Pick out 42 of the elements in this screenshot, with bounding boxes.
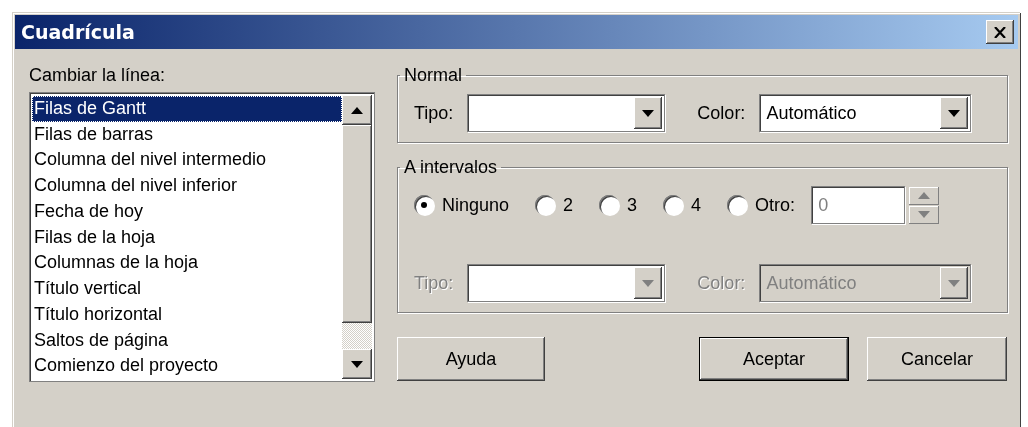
list-item[interactable]: Filas de la hoja: [32, 224, 342, 251]
group-title: Normal: [403, 65, 463, 86]
type-label: Tipo:: [414, 102, 454, 124]
list-item[interactable]: Fecha de hoy: [32, 198, 342, 225]
scroll-down-button[interactable]: [342, 349, 372, 379]
list-item[interactable]: Comienzo del proyecto: [32, 353, 342, 380]
dropdown-arrow-icon: [948, 109, 961, 117]
color-label: Color:: [697, 272, 746, 294]
up-arrow-icon: [918, 192, 931, 199]
down-arrow-icon: [351, 360, 363, 368]
dropdown-arrow-icon: [642, 279, 655, 287]
spin-down-button[interactable]: [909, 205, 940, 224]
list-item[interactable]: Saltos de página: [32, 327, 342, 354]
scrollbar[interactable]: [342, 95, 372, 379]
color-label: Color:: [697, 102, 746, 124]
window-title: Cuadrícula: [21, 21, 135, 43]
type-label: Tipo:: [414, 272, 454, 294]
dropdown-arrow-icon: [948, 279, 961, 287]
close-icon: [994, 26, 1006, 38]
line-list[interactable]: [29, 92, 375, 382]
list-item[interactable]: Columna del nivel inferior: [32, 173, 342, 199]
list-item[interactable]: Columnas de la hoja: [32, 250, 342, 277]
scroll-thumb[interactable]: [342, 125, 372, 323]
type-dropdown[interactable]: [467, 94, 666, 132]
list-label: Cambiar la línea:: [29, 65, 167, 86]
spin-up-button[interactable]: [909, 186, 940, 205]
list-item[interactable]: Título vertical: [32, 276, 342, 302]
list-item[interactable]: Columna del nivel intermedio: [32, 147, 342, 174]
down-arrow-icon: [918, 211, 931, 218]
list-item[interactable]: Título horizontal: [32, 301, 342, 328]
dialog-button[interactable]: Cancelar: [867, 337, 1007, 381]
close-button[interactable]: [986, 20, 1014, 44]
dialog-button[interactable]: Ayuda: [397, 337, 545, 381]
dialog-button[interactable]: Aceptar: [699, 337, 849, 381]
list-item[interactable]: Filas de Gantt: [32, 96, 342, 122]
list-item[interactable]: Filas de barras: [32, 121, 342, 148]
up-arrow-icon: [351, 106, 363, 114]
group-title: A intervalos: [403, 157, 499, 178]
scroll-up-button[interactable]: [342, 95, 372, 125]
type-dropdown[interactable]: [467, 264, 666, 302]
color-dropdown[interactable]: Automático: [759, 94, 972, 132]
dropdown-arrow-icon: [642, 109, 655, 117]
